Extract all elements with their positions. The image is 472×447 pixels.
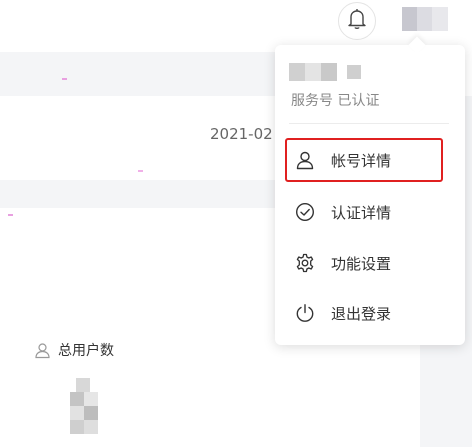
notification-button[interactable] <box>338 2 376 40</box>
power-icon <box>295 303 315 323</box>
user-icon <box>34 342 51 359</box>
menu-divider <box>289 123 449 124</box>
menu-item-label: 退出登录 <box>331 304 392 323</box>
user-name-blurred <box>289 63 369 81</box>
bell-icon <box>347 8 367 34</box>
avatar[interactable] <box>402 7 448 31</box>
menu-item-verification-details[interactable]: 认证详情 <box>285 190 443 234</box>
total-users-label: 总用户数 <box>58 343 114 359</box>
user-dropdown-menu: 服务号 已认证 帐号详情 认证详情 功能设置 退出登录 <box>275 45 465 345</box>
menu-item-feature-settings[interactable]: 功能设置 <box>285 241 443 285</box>
gear-icon <box>295 253 315 273</box>
menu-item-label: 帐号详情 <box>331 151 392 170</box>
decorative-speck <box>138 170 143 172</box>
total-users-value-blurred <box>70 378 104 440</box>
check-circle-icon <box>295 202 315 222</box>
decorative-speck <box>8 214 13 216</box>
menu-item-account-details[interactable]: 帐号详情 <box>285 138 443 182</box>
decorative-speck <box>62 78 67 80</box>
menu-item-label: 功能设置 <box>331 254 392 273</box>
account-status: 服务号 已认证 <box>291 93 380 109</box>
total-users-stat: 总用户数 <box>34 340 114 360</box>
date-text: 2021-02 <box>210 125 273 143</box>
menu-item-label: 认证详情 <box>331 203 392 222</box>
menu-item-logout[interactable]: 退出登录 <box>285 291 443 335</box>
user-icon <box>295 150 315 170</box>
